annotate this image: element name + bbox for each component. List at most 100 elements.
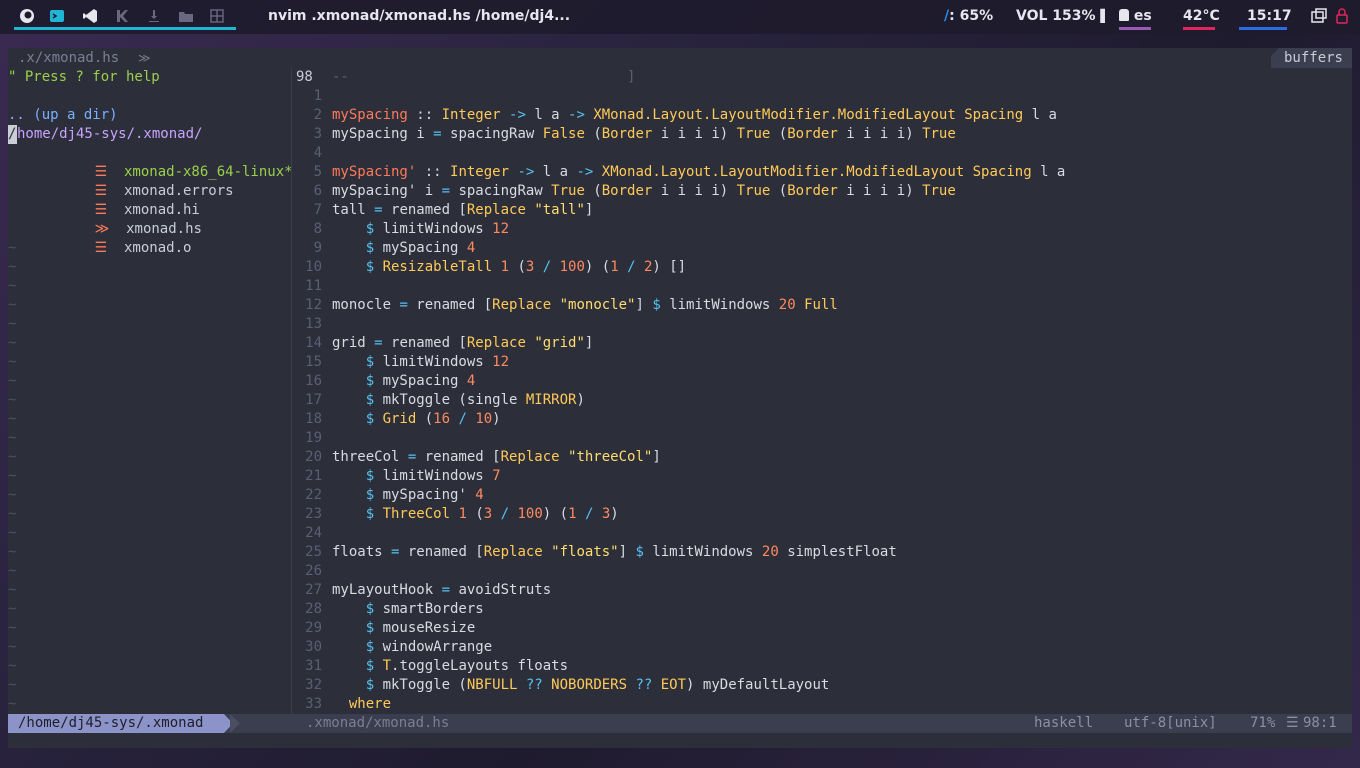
- tilde-marker: ~: [8, 278, 17, 294]
- line-number: 19: [305, 430, 322, 446]
- code-token: "threeCol": [559, 449, 653, 465]
- workspace-folder-icon[interactable]: [176, 7, 196, 25]
- tree-root-path[interactable]: home/dj45-sys/.xmonad/: [17, 125, 202, 144]
- tree-file-item[interactable]: ☰ xmonad.errors: [44, 163, 234, 199]
- workspace-terminal-icon[interactable]: [47, 7, 67, 25]
- code-line[interactable]: $ mouseResize: [332, 619, 476, 638]
- buffers-button[interactable]: buffers: [1270, 48, 1352, 68]
- code-line[interactable]: $ windowArrange: [332, 638, 492, 657]
- code-token: =: [441, 582, 459, 598]
- code-token: =: [374, 335, 392, 351]
- volume-widget[interactable]: VOL 153% ▌: [1016, 8, 1110, 24]
- code-line[interactable]: floats = renamed [Replace "floats"] $ li…: [332, 543, 897, 562]
- code-token: limitWindows: [669, 297, 779, 313]
- window-switch-icon[interactable]: [1309, 7, 1329, 25]
- code-line[interactable]: mySpacing i = spacingRaw False (Border i…: [332, 125, 956, 144]
- code-token: True: [736, 126, 771, 142]
- code-token: mySpacing': [332, 164, 417, 180]
- tilde-marker: ~: [8, 297, 17, 313]
- code-token: renamed [: [416, 297, 493, 313]
- code-token: 100: [517, 506, 543, 522]
- code-token: 4: [475, 487, 484, 503]
- lock-icon[interactable]: [1332, 7, 1352, 25]
- code-token: 100: [559, 259, 585, 275]
- line-number: 20: [305, 449, 322, 465]
- workspace-vscode-icon[interactable]: [80, 7, 100, 25]
- code-token: spacingRaw: [458, 183, 552, 199]
- code-line[interactable]: $ Grid (16 / 10): [332, 410, 501, 429]
- code-line[interactable]: threeCol = renamed [Replace "threeCol"]: [332, 448, 661, 467]
- code-token: (: [770, 126, 788, 142]
- code-token: ]: [618, 544, 636, 560]
- code-line[interactable]: $ mySpacing' 4: [332, 486, 484, 505]
- tilde-marker: ~: [8, 487, 17, 503]
- tab-xmonad-hs[interactable]: .x/xmonad.hs: [18, 49, 119, 68]
- workspace-download-icon[interactable]: [144, 7, 164, 25]
- code-token: $: [332, 639, 383, 655]
- code-token: $: [332, 354, 383, 370]
- code-token: True: [551, 183, 585, 199]
- code-token: =: [391, 544, 408, 560]
- command-line[interactable]: [8, 733, 1352, 748]
- code-line[interactable]: $ ThreeCol 1 (3 / 100) (1 / 3): [332, 505, 619, 524]
- nvim-window[interactable]: .x/xmonad.hs ≫ buffers " Press ? for hel…: [8, 48, 1352, 748]
- tree-file-item[interactable]: ☰ xmonad.hi: [44, 182, 200, 218]
- code-line[interactable]: tall = renamed [Replace "tall"]: [332, 201, 593, 220]
- tree-up-dir[interactable]: .. (up a dir): [8, 106, 118, 125]
- code-editor[interactable]: 98 -- ] 1 2 mySpacing :: Integer -> l a ->…: [292, 68, 1352, 714]
- code-token: EOT: [660, 677, 687, 693]
- workspace-kdenlive-icon[interactable]: [112, 7, 132, 25]
- workspace-firefox-icon[interactable]: [17, 7, 37, 25]
- code-line[interactable]: mySpacing' :: Integer -> l a -> XMonad.L…: [332, 163, 1065, 182]
- code-token: ) (: [542, 506, 569, 522]
- code-token: mouseResize: [382, 620, 476, 636]
- code-line[interactable]: $ mkToggle (single MIRROR): [332, 391, 585, 410]
- code-token: mySpacing: [382, 373, 467, 389]
- code-line[interactable]: grid = renamed [Replace "grid"]: [332, 334, 593, 353]
- code-token: l a: [534, 107, 569, 123]
- code-line[interactable]: $ smartBorders: [332, 600, 484, 619]
- code-line[interactable]: mySpacing' i = spacingRaw True (Border i…: [332, 182, 956, 201]
- code-line[interactable]: myLayoutHook = avoidStruts: [332, 581, 551, 600]
- code-token: (: [475, 506, 484, 522]
- code-token: i i i i): [652, 126, 737, 142]
- code-token: ::: [416, 164, 451, 180]
- code-line[interactable]: $ limitWindows 7: [332, 467, 501, 486]
- code-token: (: [584, 126, 602, 142]
- workspace-grid-icon[interactable]: [207, 7, 227, 25]
- code-line[interactable]: $ mySpacing 4: [332, 239, 476, 258]
- code-token: ::: [407, 107, 442, 123]
- code-token: myLayoutHook: [332, 582, 442, 598]
- code-token: $: [332, 601, 383, 617]
- code-line[interactable]: mySpacing :: Integer -> l a -> XMonad.La…: [332, 106, 1057, 125]
- tree-file-item[interactable]: ≫ xmonad.hs: [44, 201, 202, 237]
- line-number: 1: [313, 88, 322, 104]
- code-line[interactable]: $ T.toggleLayouts floats: [332, 657, 568, 676]
- tilde-marker: ~: [8, 677, 17, 693]
- code-line[interactable]: $ mySpacing 4: [332, 372, 476, 391]
- code-token: l a: [1031, 164, 1066, 180]
- code-line[interactable]: $ limitWindows 12: [332, 220, 509, 239]
- code-token: ThreeCol: [382, 506, 451, 522]
- keyboard-layout-widget[interactable]: es: [1119, 8, 1152, 24]
- code-token: limitWindows: [382, 354, 493, 370]
- code-line[interactable]: $ ResizableTall 1 (3 / 100) (1 / 2) []: [332, 258, 686, 277]
- line-number: 15: [305, 354, 322, 370]
- line-number: 23: [305, 506, 322, 522]
- code-line[interactable]: $ limitWindows 12: [332, 353, 509, 372]
- tilde-marker: ~: [8, 563, 17, 579]
- file-tree[interactable]: " Press ? for help .. (up a dir) / home/…: [8, 68, 293, 714]
- tree-file-item[interactable]: ☰ xmonad-x86_64-linux*: [44, 144, 293, 180]
- code-token: Integer: [450, 164, 510, 180]
- line-number: 10: [305, 259, 322, 275]
- tree-file-item[interactable]: ☰ xmonad.o: [44, 220, 192, 256]
- code-line[interactable]: where: [332, 695, 391, 714]
- code-token: "grid": [525, 335, 585, 351]
- code-line[interactable]: monocle = renamed [Replace "monocle"] $ …: [332, 296, 838, 315]
- code-token: simplestFloat: [787, 544, 897, 560]
- code-line[interactable]: $ mkToggle (NBFULL ?? NOBORDERS ?? EOT) …: [332, 676, 830, 695]
- code-token: ]: [652, 449, 661, 465]
- code-token: $: [332, 487, 383, 503]
- brightness-widget[interactable]: /: 65%: [944, 8, 993, 24]
- code-token: ??: [627, 677, 661, 693]
